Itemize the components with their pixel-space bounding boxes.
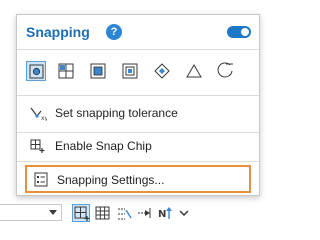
north-arrow-toolbar-button[interactable]: N xyxy=(156,204,174,222)
intersection-snap-icon xyxy=(154,63,170,79)
svg-text:xy: xy xyxy=(41,115,47,121)
constraints-toolbar-button[interactable] xyxy=(115,204,133,222)
tolerance-icon: xy xyxy=(29,105,49,122)
divider xyxy=(17,95,259,96)
midpoint-snap-button[interactable] xyxy=(184,61,204,81)
snap-chip-icon xyxy=(29,138,47,154)
bottom-toolbar: N xyxy=(0,201,276,225)
chevron-down-icon xyxy=(49,210,57,215)
snapping-icon xyxy=(74,206,90,221)
snapping-toggle[interactable] xyxy=(227,26,251,38)
tangent-snap-icon xyxy=(217,62,233,78)
settings-list-icon xyxy=(33,172,51,188)
correction-toolbar-button[interactable] xyxy=(136,204,154,222)
point-snap-icon xyxy=(29,64,44,79)
snap-type-row xyxy=(26,61,254,83)
grid-toolbar-button[interactable] xyxy=(94,204,112,222)
tolerance-label: Set snapping tolerance xyxy=(55,106,178,120)
divider xyxy=(17,161,259,162)
snapping-popup: Snapping ? xy Set snapping tolerance Ena… xyxy=(16,14,260,196)
midpoint-snap-icon xyxy=(186,64,202,78)
vertex-snap-button[interactable] xyxy=(88,61,108,81)
popup-header: Snapping ? xyxy=(17,15,259,49)
point-snap-button[interactable] xyxy=(26,61,46,81)
grid-icon xyxy=(95,206,110,220)
end-snap-icon xyxy=(58,63,74,79)
enable-snap-chip-item[interactable]: Enable Snap Chip xyxy=(17,132,259,160)
correction-icon xyxy=(138,208,151,218)
set-snapping-tolerance-item[interactable]: xy Set snapping tolerance xyxy=(17,99,259,127)
end-snap-button[interactable] xyxy=(56,61,76,81)
snapping-toolbar-button[interactable] xyxy=(72,204,90,222)
more-options-dropdown[interactable] xyxy=(175,204,193,222)
intersection-snap-button[interactable] xyxy=(152,61,172,81)
snap-chip-label: Enable Snap Chip xyxy=(55,139,152,153)
svg-text:N: N xyxy=(158,209,166,220)
popup-title: Snapping xyxy=(26,24,90,40)
edge-snap-icon xyxy=(122,63,138,79)
tangent-snap-button[interactable] xyxy=(216,61,236,81)
snapping-settings-item[interactable]: Snapping Settings... xyxy=(25,165,251,193)
help-icon[interactable]: ? xyxy=(106,24,122,40)
snapping-settings-label: Snapping Settings... xyxy=(57,173,165,187)
edge-snap-button[interactable] xyxy=(120,61,140,81)
dropdown-chevron-icon xyxy=(179,210,189,217)
north-arrow-icon: N xyxy=(158,207,172,220)
scale-dropdown[interactable] xyxy=(0,204,62,221)
vertex-snap-icon xyxy=(90,63,106,79)
divider xyxy=(17,49,259,50)
constraints-icon xyxy=(118,208,132,220)
toggle-knob xyxy=(241,28,249,36)
